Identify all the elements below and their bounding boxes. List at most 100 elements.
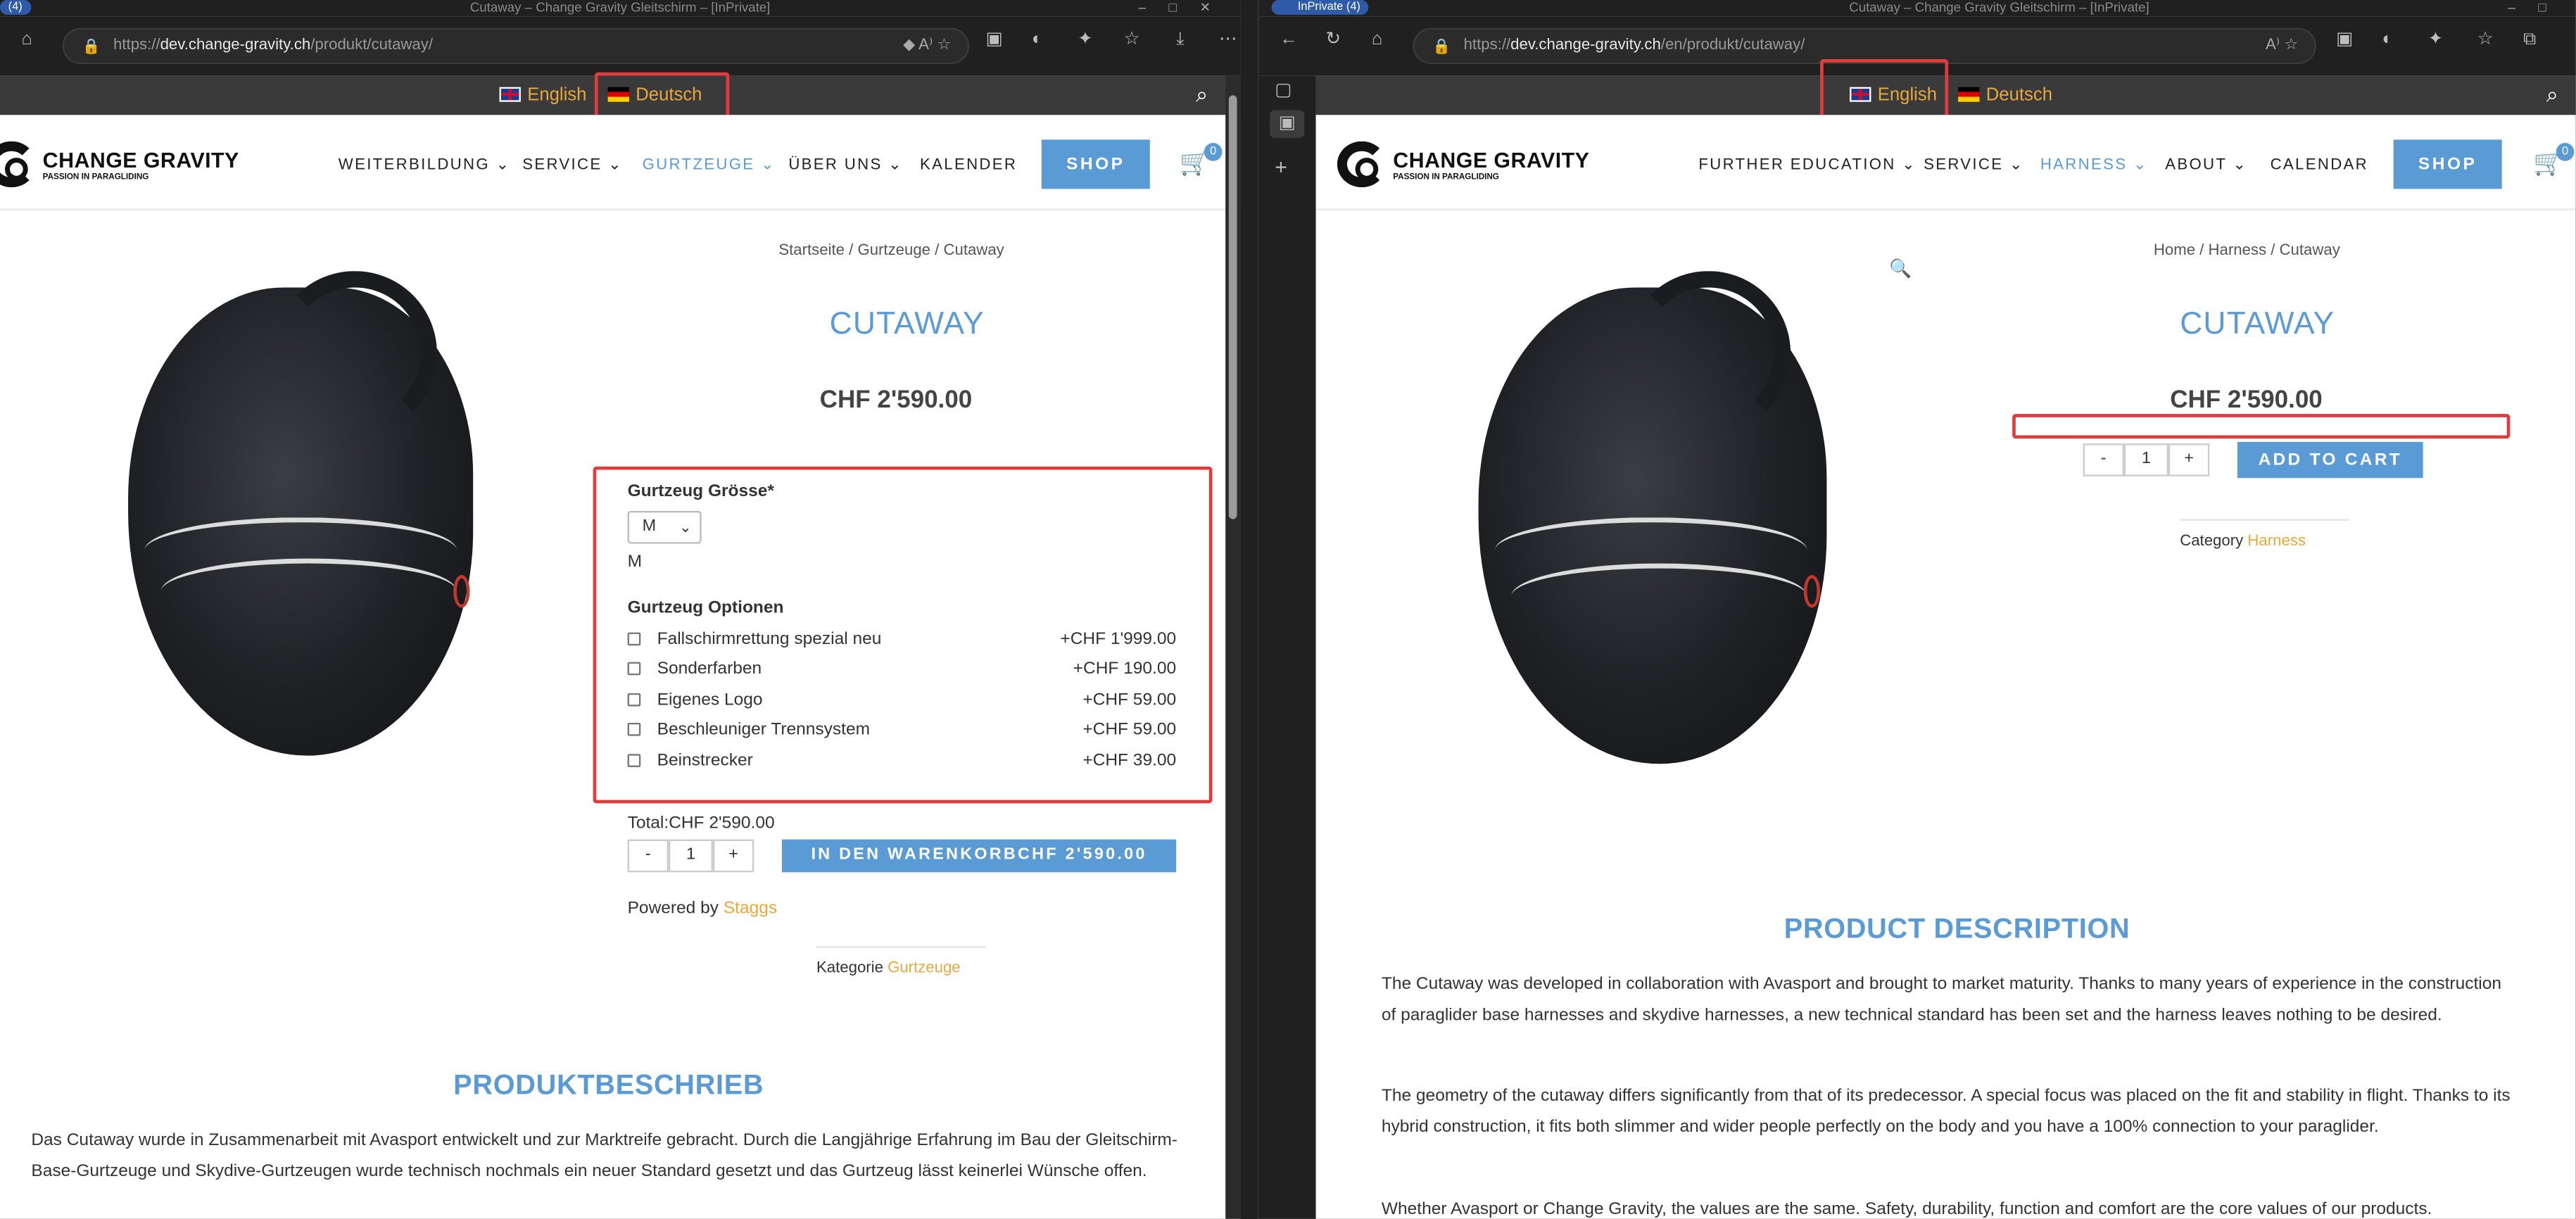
nav-service[interactable]: SERVICE ⌄ xyxy=(522,156,623,175)
de-flag-icon xyxy=(1958,87,1980,102)
product-description: Das Cutaway wurde in Zusammenarbeit mit … xyxy=(31,1130,1177,1181)
address-bar-icons[interactable]: A⁾ ☆ xyxy=(2266,30,2298,63)
uk-flag-icon xyxy=(499,87,521,102)
extension-icon[interactable]: ◐ xyxy=(1032,30,1043,49)
size-selected-text: M xyxy=(627,552,643,572)
url-host: dev.change-gravity.ch xyxy=(160,36,311,55)
qty-input[interactable]: 1 xyxy=(668,839,713,873)
product-price: CHF 2'590.00 xyxy=(2170,386,2323,415)
logo-name: CHANGE GRAVITY xyxy=(42,148,239,173)
qty-minus-button[interactable]: - xyxy=(627,839,669,873)
logo-name: CHANGE GRAVITY xyxy=(1393,148,1590,173)
new-tab-icon[interactable]: + xyxy=(1275,154,1287,179)
extension-icon[interactable]: ▣ xyxy=(2336,30,2353,49)
option-row[interactable]: Sonderfarben +CHF 190.00 xyxy=(627,659,1176,682)
nav-service[interactable]: SERVICE ⌄ xyxy=(1924,156,2024,175)
window-separator xyxy=(1240,0,1258,1219)
extensions-icon[interactable]: ✦ xyxy=(2428,30,2444,49)
browser-window-left: (4) Cutaway – Change Gravity Gleitschirm… xyxy=(0,0,1241,1219)
download-icon[interactable]: ⤓ xyxy=(1176,30,1184,49)
home-icon[interactable]: ⌂ xyxy=(1372,30,1383,49)
nav-calendar[interactable]: CALENDAR xyxy=(2271,156,2368,175)
category-link[interactable]: Harness xyxy=(2247,532,2306,550)
qty-plus-button[interactable]: + xyxy=(2168,443,2210,476)
shoulder-strap xyxy=(272,271,437,436)
reflective-stripe xyxy=(1511,563,1807,629)
inprivate-badge[interactable]: InPrivate (4) xyxy=(1271,0,1369,15)
product-price: CHF 2'590.00 xyxy=(819,386,973,415)
red-handle xyxy=(1803,574,1821,608)
options-label: Gurtzeug Optionen xyxy=(627,598,784,618)
window-title: Cutaway – Change Gravity Gleitschirm – [… xyxy=(1849,0,2149,15)
option-row[interactable]: Beinstrecker +CHF 39.00 xyxy=(627,751,1176,774)
product-image[interactable] xyxy=(1478,271,1827,764)
option-checkbox[interactable] xyxy=(627,693,641,707)
qty-input[interactable]: 1 xyxy=(2123,443,2168,476)
cart-count-badge: 0 xyxy=(1204,143,1223,161)
option-checkbox[interactable] xyxy=(627,632,641,646)
nav-harness[interactable]: HARNESS ⌄ xyxy=(2040,156,2148,175)
url-path: /produkt/cutaway/ xyxy=(310,36,434,55)
powered-by: Powered by Staggs xyxy=(627,898,778,918)
nav-gurtzeuge[interactable]: GURTZEUGE ⌄ xyxy=(643,156,776,175)
more-menu-icon[interactable]: ⋯ xyxy=(1219,30,1237,49)
option-row[interactable]: Beschleuniger Trennsystem +CHF 59.00 xyxy=(627,719,1176,743)
extension-icon[interactable]: ▣ xyxy=(985,30,1002,49)
refresh-icon[interactable]: ↻ xyxy=(1326,30,1341,49)
size-label: Gurtzeug Grösse* xyxy=(627,481,774,501)
scrollbar-thumb[interactable] xyxy=(1228,95,1237,519)
nav-kalender[interactable]: KALENDER xyxy=(920,156,1017,175)
option-checkbox[interactable] xyxy=(627,754,641,767)
shop-button[interactable]: SHOP xyxy=(1041,139,1150,189)
title-bar: InPrivate (4) Cutaway – Change Gravity G… xyxy=(1258,0,2576,17)
url-path: /en/produkt/cutaway/ xyxy=(1660,36,1805,55)
search-icon[interactable]: ⌕ xyxy=(2546,82,2558,108)
product-description-1: The Cutaway was developed in collaborati… xyxy=(1381,974,2501,1025)
extension-icon[interactable]: ◐ xyxy=(2382,30,2393,49)
qty-minus-button[interactable]: - xyxy=(2083,443,2124,476)
size-select[interactable]: M ⌄ xyxy=(627,510,702,544)
breadcrumb[interactable]: Home / Harness / Cutaway xyxy=(2154,241,2340,260)
add-to-cart-button[interactable]: ADD TO CART xyxy=(2237,441,2423,479)
address-bar-icons[interactable]: ◆ A⁾ ☆ xyxy=(903,30,951,63)
option-checkbox[interactable] xyxy=(627,662,641,676)
staggs-link[interactable]: Staggs xyxy=(724,899,777,918)
lang-deutsch-link[interactable]: Deutsch xyxy=(1958,82,2052,108)
nav-further-education[interactable]: FURTHER EDUCATION ⌄ xyxy=(1698,156,1917,175)
product-image[interactable] xyxy=(128,271,474,756)
option-row[interactable]: Eigenes Logo +CHF 59.00 xyxy=(627,690,1176,713)
tab-actions-icon[interactable]: ▢ xyxy=(1275,79,1292,100)
window-controls[interactable]: –□ xyxy=(2508,0,2569,16)
scrollbar[interactable] xyxy=(1225,75,1241,1219)
category-link[interactable]: Gurtzeuge xyxy=(888,959,961,978)
active-tab-icon[interactable]: ▣ xyxy=(1270,110,1305,139)
favorites-icon[interactable]: ☆ xyxy=(2477,30,2494,49)
breadcrumb[interactable]: Startseite / Gurtzeuge / Cutaway xyxy=(778,241,1004,260)
product-title: CUTAWAY xyxy=(2180,307,2335,342)
home-icon[interactable]: ⌂ xyxy=(21,30,32,49)
lang-english-link[interactable]: English xyxy=(499,82,586,108)
lock-icon: 🔒 xyxy=(82,37,101,55)
divider xyxy=(816,946,986,948)
url-prefix: https:// xyxy=(113,36,160,55)
lock-icon: 🔒 xyxy=(1432,37,1451,55)
back-icon[interactable]: ← xyxy=(1280,30,1298,49)
qty-plus-button[interactable]: + xyxy=(712,839,755,873)
image-zoom-icon[interactable]: 🔍 xyxy=(1889,258,1912,279)
nav-weiterbildung[interactable]: WEITERBILDUNG ⌄ xyxy=(339,156,511,175)
option-checkbox[interactable] xyxy=(627,722,641,736)
favorites-icon[interactable]: ☆ xyxy=(1123,30,1139,49)
shop-button[interactable]: SHOP xyxy=(2393,139,2502,189)
option-row[interactable]: Fallschirmrettung spezial neu +CHF 1'999.… xyxy=(627,629,1176,652)
address-bar[interactable]: 🔒 https://dev.change-gravity.ch/produkt/… xyxy=(62,27,970,65)
category-text: Category Harness xyxy=(2180,532,2306,550)
add-to-cart-button[interactable]: IN DEN WARENKORBCHF 2'590.00 xyxy=(781,839,1177,873)
extensions-icon[interactable]: ✦ xyxy=(1078,30,1093,49)
collections-icon[interactable]: ⧉ xyxy=(2523,30,2536,49)
red-handle xyxy=(453,574,470,608)
nav-ueber-uns[interactable]: ÜBER UNS ⌄ xyxy=(788,156,903,175)
nav-about[interactable]: ABOUT ⌄ xyxy=(2165,156,2247,175)
search-icon[interactable]: ⌕ xyxy=(1196,82,1208,108)
logo-mark xyxy=(1337,141,1387,188)
window-controls[interactable]: –□✕ xyxy=(1138,0,1233,16)
